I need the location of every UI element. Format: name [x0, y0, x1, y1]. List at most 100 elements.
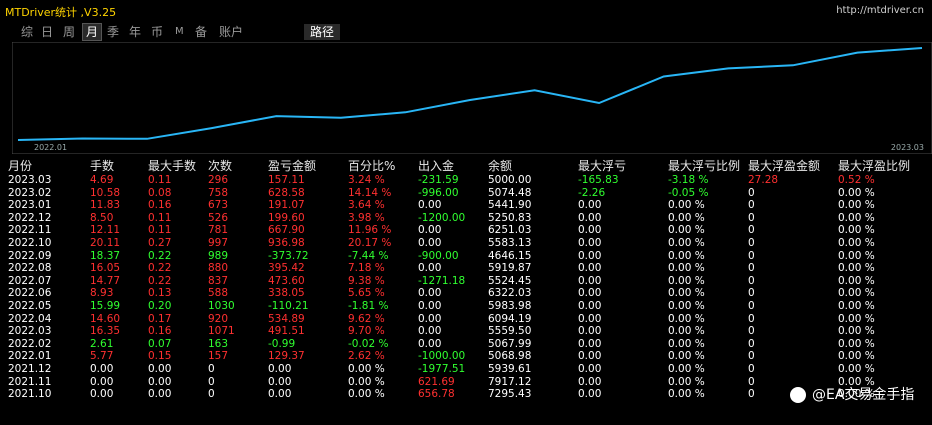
table-row: 2022.12 8.50 0.11 526 199.60 3.98 % -1200.00 52…	[0, 212, 932, 224]
table-cell: 5074.48	[488, 186, 532, 199]
table-cell: 5559.50	[488, 325, 532, 338]
table-cell: 0.00 %	[838, 237, 875, 249]
table-cell: 0.11	[148, 174, 172, 186]
table-cell: 673	[208, 199, 229, 212]
tab-currency[interactable]: 币	[148, 24, 166, 40]
tab-overall[interactable]: 综	[18, 24, 36, 40]
table-cell: 0.00	[578, 211, 602, 224]
column-header: 最大浮盈比例	[838, 159, 911, 173]
table-cell: 3.24 %	[348, 174, 385, 186]
table-cell: 0.16	[148, 199, 172, 212]
table-row: 2023.03 4.69 0.11 296 157.11 3.24 % -231.59 500…	[0, 174, 932, 186]
table-cell: 0.00 %	[668, 211, 705, 224]
table-cell: 0.22	[148, 262, 172, 275]
table-cell: 0.00	[578, 287, 602, 300]
table-cell: 20.17 %	[348, 237, 392, 249]
tab-week[interactable]: 周	[60, 24, 78, 40]
balance-chart: 2022.01 2023.03	[11, 41, 932, 155]
table-cell: 0.00	[90, 363, 114, 375]
table-cell: 0.00 %	[668, 388, 705, 401]
table-cell: -2.26	[578, 186, 606, 199]
table-cell: 473.60	[268, 274, 305, 287]
table-cell: 0.00 %	[668, 300, 705, 312]
table-row: 2022.02 2.61 0.07 163 -0.99 -0.02 % 0.00 5067.9…	[0, 338, 932, 350]
table-cell: 936.98	[268, 237, 305, 249]
table-cell: 0	[748, 300, 755, 312]
table-row: 2023.01 11.83 0.16 673 191.07 3.64 % 0.00 5441.…	[0, 199, 932, 211]
table-cell: 0.17	[148, 312, 172, 325]
table-cell: 0.08	[148, 186, 172, 199]
table-cell: 0.00	[418, 224, 442, 237]
column-header: 百分比%	[348, 159, 396, 173]
table-cell: 534.89	[268, 312, 305, 325]
table-cell: 0.00	[578, 312, 602, 325]
logo-icon	[790, 387, 806, 403]
table-row: 2022.11 12.11 0.11 781 667.90 11.96 % 0.00 6251…	[0, 224, 932, 236]
table-cell: 9.70 %	[348, 325, 385, 338]
table-cell: 16.05	[90, 262, 121, 275]
table-cell: 5919.87	[488, 262, 532, 275]
table-cell: 0.00	[148, 363, 172, 375]
table-cell: 0.16	[148, 325, 172, 338]
table-cell: -1200.00	[418, 211, 466, 224]
table-cell: 0	[748, 237, 755, 249]
site-url[interactable]: http://mtdriver.cn	[836, 5, 924, 16]
table-cell: 0.00 %	[348, 375, 385, 388]
table-cell: 0.00 %	[668, 199, 705, 212]
table-cell: 2022.06	[8, 287, 52, 300]
table-cell: 0.00 %	[838, 211, 875, 224]
table-cell: 0.00	[148, 388, 172, 401]
tab-backup[interactable]: 备	[192, 24, 210, 40]
tab-year[interactable]: 年	[126, 24, 144, 40]
column-header: 盈亏金额	[268, 159, 317, 173]
table-cell: 0.00	[418, 287, 442, 300]
table-cell: 3.64 %	[348, 199, 385, 212]
table-cell: -0.99	[268, 337, 296, 350]
tab-day[interactable]: 日	[38, 24, 56, 40]
app-title: MTDriver统计 ,V3.25	[5, 6, 117, 19]
table-cell: 2022.03	[8, 325, 52, 338]
table-cell: 0.00	[578, 237, 602, 249]
table-cell: -0.05 %	[668, 186, 709, 199]
table-cell: 0.00	[578, 325, 602, 338]
table-cell: 8.50	[90, 211, 114, 224]
table-cell: 0.13	[148, 287, 172, 300]
table-cell: 14.14 %	[348, 186, 392, 199]
table-cell: -231.59	[418, 174, 459, 186]
table-cell: 7295.43	[488, 388, 532, 401]
table-cell: 5583.13	[488, 237, 532, 249]
tab-month[interactable]: 月	[82, 23, 103, 41]
table-cell: 20.11	[90, 237, 121, 249]
tab-account[interactable]: 账户	[216, 24, 246, 40]
column-header: 次数	[208, 159, 233, 173]
table-cell: 0.00 %	[838, 249, 875, 262]
table-cell: 16.35	[90, 325, 121, 338]
tab-route[interactable]: 路径	[304, 24, 341, 40]
table-cell: 0.00	[578, 224, 602, 237]
table-cell: 0.00 %	[668, 249, 705, 262]
table-cell: 0	[748, 337, 755, 350]
table-cell: 6094.19	[488, 312, 532, 325]
table-cell: 7.18 %	[348, 262, 385, 275]
table-cell: 5250.83	[488, 211, 532, 224]
tab-m[interactable]: M	[172, 24, 187, 40]
table-cell: -1977.51	[418, 363, 466, 375]
table-cell: -3.18 %	[668, 174, 709, 186]
table-cell: 18.37	[90, 249, 121, 262]
table-cell: 0.00	[578, 274, 602, 287]
title-bar: MTDriver统计 ,V3.25 http://mtdriver.cn	[0, 0, 932, 22]
table-cell: 0.00 %	[668, 337, 705, 350]
tab-quarter[interactable]: 季	[104, 24, 122, 40]
table-row: 2022.09 18.37 0.22 989 -373.72 -7.44 % -900.00…	[0, 250, 932, 262]
table-cell: 0.27	[148, 237, 172, 249]
table-cell: 2022.10	[8, 237, 52, 249]
table-cell: 0.00	[418, 325, 442, 338]
table-cell: -1271.18	[418, 274, 466, 287]
table-cell: 0.22	[148, 249, 172, 262]
table-cell: 5983.98	[488, 300, 532, 312]
column-header: 最大浮盈金额	[748, 159, 821, 173]
table-cell: 0.00 %	[668, 224, 705, 237]
table-cell: 338.05	[268, 287, 305, 300]
table-cell: 0.00 %	[838, 337, 875, 350]
table-cell: 0.00	[418, 337, 442, 350]
